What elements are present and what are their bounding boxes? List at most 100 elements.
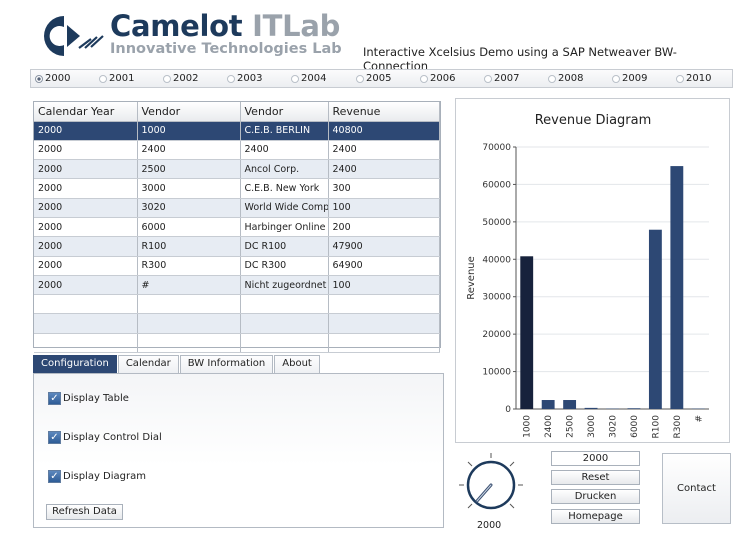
year-option-label: 2005	[366, 73, 392, 84]
table-cell	[328, 313, 440, 334]
x-tick-label: #	[694, 415, 704, 423]
y-tick-label: 20000	[482, 330, 511, 340]
radio-icon[interactable]	[35, 74, 43, 83]
year-option[interactable]: 2004	[291, 73, 326, 84]
year-option-label: 2001	[109, 73, 135, 84]
year-field[interactable]: 2000	[551, 451, 640, 466]
radio-icon[interactable]	[356, 74, 364, 83]
display-table-option[interactable]: ✓ Display Table	[48, 392, 129, 405]
tab-calendar[interactable]: Calendar	[117, 355, 179, 373]
column-header[interactable]: Vendor	[137, 102, 241, 122]
table-cell	[34, 333, 138, 354]
header: Camelot ITLab Innovative Technologies La…	[0, 0, 735, 73]
display-dial-option[interactable]: ✓ Display Control Dial	[48, 431, 162, 444]
radio-icon[interactable]	[484, 74, 492, 83]
checkbox-display-dial[interactable]: ✓	[48, 431, 61, 444]
year-option[interactable]: 2006	[420, 73, 455, 84]
table-row[interactable]	[34, 333, 440, 354]
table-cell: R100	[137, 236, 241, 257]
table-row[interactable]: 2000 # Nicht zugeordnet 100	[34, 275, 440, 296]
brand-subtitle: Innovative Technologies Lab	[110, 41, 342, 57]
brand-name: Camelot ITLab	[110, 9, 340, 43]
display-diagram-option[interactable]: ✓ Display Diagram	[48, 470, 146, 483]
reset-button[interactable]: Reset	[551, 470, 640, 485]
x-tick-label: 6000	[630, 415, 640, 438]
table-cell: R300	[137, 256, 241, 276]
table-row[interactable]: 2000 1000 C.E.B. BERLIN 40800	[34, 121, 440, 141]
radio-icon[interactable]	[420, 74, 428, 83]
brand-main: Camelot	[110, 9, 253, 43]
tab-bar: Configuration Calendar BW Information About	[33, 355, 321, 374]
table-cell: 2400	[328, 159, 440, 180]
table-cell: 40800	[328, 121, 440, 141]
table-cell: 2400	[240, 140, 329, 161]
table-cell: Ancol Corp.	[240, 159, 329, 180]
radio-icon[interactable]	[163, 74, 171, 83]
radio-icon[interactable]	[291, 74, 299, 83]
y-axis-label: Revenue	[466, 256, 477, 300]
column-header[interactable]: Revenue	[328, 102, 440, 122]
table-cell: 1000	[137, 121, 241, 141]
table-row[interactable]: 2000 2400 2400 2400	[34, 140, 440, 161]
table-row[interactable]: 2000 R300 DC R300 64900	[34, 256, 440, 276]
radio-icon[interactable]	[548, 74, 556, 83]
column-header[interactable]: Calendar Year	[34, 102, 138, 122]
x-tick-label: 3020	[609, 415, 619, 438]
table-cell	[34, 294, 138, 315]
table-cell	[240, 294, 329, 315]
table-row[interactable]: 2000 6000 Harbinger Online 200	[34, 217, 440, 238]
revenue-chart-svg: Revenue Diagram 0 10000 20000 30000 40000 5000…	[466, 113, 709, 438]
tab-configuration[interactable]: Configuration	[33, 355, 117, 373]
table-cell: 2000	[34, 275, 138, 296]
table-row[interactable]: 2000 2500 Ancol Corp. 2400	[34, 159, 440, 180]
checkbox-display-table[interactable]: ✓	[48, 392, 61, 405]
table-cell: DC R300	[240, 256, 329, 276]
y-tick-label: 30000	[482, 293, 511, 303]
table-cell	[137, 294, 241, 315]
x-tick-label: 2400	[544, 415, 554, 438]
table-row[interactable]: 2000 3020 World Wide Comp 100	[34, 198, 440, 218]
year-option[interactable]: 2003	[227, 73, 262, 84]
brand-accent: ITLab	[252, 9, 341, 43]
checkbox-display-diagram[interactable]: ✓	[48, 470, 61, 483]
year-option-label: 2002	[173, 73, 199, 84]
refresh-data-button[interactable]: Refresh Data	[46, 504, 123, 520]
year-option[interactable]: 2000	[35, 73, 70, 84]
year-option[interactable]: 2009	[612, 73, 647, 84]
table-row[interactable]: 2000 3000 C.E.B. New York 300	[34, 178, 440, 199]
table-cell: World Wide Comp	[240, 198, 329, 218]
radio-icon[interactable]	[227, 74, 235, 83]
table-row[interactable]: 2000 R100 DC R100 47900	[34, 236, 440, 257]
y-tick-label: 60000	[482, 180, 511, 190]
tab-about[interactable]: About	[274, 355, 320, 373]
camelot-logo-icon	[44, 16, 104, 56]
table-cell: Nicht zugeordnet	[240, 275, 329, 296]
radio-icon[interactable]	[676, 74, 684, 83]
year-option-label: 2008	[558, 73, 584, 84]
column-header[interactable]: Vendor	[240, 102, 329, 122]
year-option[interactable]: 2002	[163, 73, 198, 84]
year-option[interactable]: 2001	[99, 73, 134, 84]
radio-icon[interactable]	[99, 74, 107, 83]
table-row[interactable]	[34, 294, 440, 315]
dial-value-label: 2000	[477, 520, 502, 531]
year-option[interactable]: 2008	[548, 73, 583, 84]
table-cell	[240, 313, 329, 334]
year-option[interactable]: 2005	[356, 73, 391, 84]
x-tick-label: 1000	[523, 415, 533, 438]
table-body: 2000 1000 C.E.B. BERLIN 40800 2000 2400 2400 24…	[34, 121, 440, 354]
year-option[interactable]: 2010	[676, 73, 711, 84]
year-option-label: 2007	[494, 73, 520, 84]
contact-button[interactable]: Contact	[662, 453, 731, 524]
table-cell: 100	[328, 275, 440, 296]
radio-icon[interactable]	[612, 74, 620, 83]
table-cell	[240, 333, 329, 354]
tab-bw-information[interactable]: BW Information	[179, 355, 274, 373]
year-option-label: 2010	[686, 73, 712, 84]
revenue-chart: Revenue Diagram 0 10000 20000 30000 40000 5000…	[455, 98, 730, 443]
print-button[interactable]: Drucken	[551, 489, 640, 504]
homepage-button[interactable]: Homepage	[551, 509, 640, 524]
year-option[interactable]: 2007	[484, 73, 519, 84]
table-row[interactable]	[34, 313, 440, 334]
year-option-label: 2000	[45, 73, 71, 84]
